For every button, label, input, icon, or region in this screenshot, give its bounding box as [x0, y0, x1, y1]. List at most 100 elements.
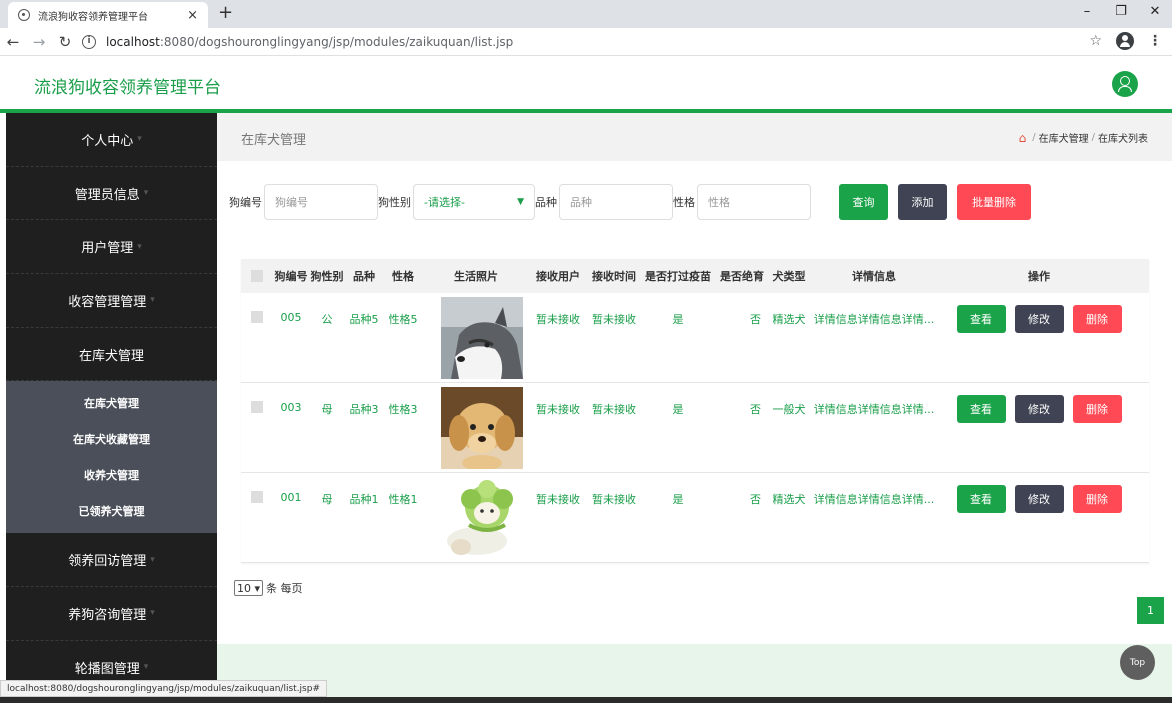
delete-button[interactable]: 删除: [1072, 395, 1122, 423]
cell-dog-type: 精选犬: [772, 493, 806, 506]
col-vaccinated: 是否打过疫苗: [645, 270, 711, 283]
browser-tab[interactable]: 流浪狗收容领养管理平台 ×: [8, 2, 208, 28]
temper-label: 性格: [673, 196, 695, 209]
chevron-down-icon: ▾: [143, 662, 149, 673]
batch-delete-button[interactable]: 批量删除: [957, 184, 1031, 220]
back-arrow-icon[interactable]: ←: [0, 33, 26, 51]
delete-button[interactable]: 删除: [1072, 485, 1122, 513]
cell-receive-time: 暂未接收: [592, 403, 636, 416]
search-form: 狗编号 狗编号 狗性别 -请选择- ▼ 品种 品种 性格 性格 查询 添加 批量删…: [229, 184, 1031, 220]
browser-profile-icon[interactable]: [1116, 32, 1134, 50]
table-header: 狗编号 狗性别 品种 性格 生活照片 接收用户 接收时间 是否打过疫苗 是否绝育…: [241, 259, 1149, 293]
sidebar-item-personal-center[interactable]: 个人中心 ▾: [6, 113, 217, 167]
chevron-down-icon: ▼: [517, 197, 524, 207]
back-to-top-button[interactable]: Top: [1120, 645, 1155, 680]
reload-icon[interactable]: ↻: [52, 33, 78, 51]
cell-neutered: 否: [750, 493, 761, 506]
sidebar-item-inventory-dogs[interactable]: 在库犬管理: [6, 328, 217, 382]
cell-detail: 详情信息详情信息详情...: [813, 403, 935, 416]
bookmark-star-icon[interactable]: ☆: [1089, 33, 1102, 49]
sex-select-value: -请选择-: [424, 196, 465, 209]
temper-placeholder: 性格: [708, 196, 730, 209]
pagination-size: 10 ▾ 条 每页: [234, 580, 303, 596]
browser-status-bar: localhost:8080/dogshouronglingyang/jsp/m…: [0, 680, 327, 697]
cell-photo: [423, 383, 529, 472]
view-button[interactable]: 查看: [956, 305, 1006, 333]
chevron-down-icon: ▾: [137, 134, 142, 145]
sidebar-item-label: 领养回访管理: [68, 554, 147, 570]
dog-no-input[interactable]: 狗编号: [264, 184, 378, 220]
url-field[interactable]: i localhost:8080/dogshouronglingyang/jsp…: [82, 34, 514, 49]
sidebar-item-adoption-followup[interactable]: 领养回访管理 ▾: [6, 533, 217, 588]
query-button[interactable]: 查询: [839, 184, 888, 220]
husky-photo: [441, 297, 523, 379]
chevron-down-icon: ▾: [137, 241, 142, 252]
cell-vaccinated: 是: [672, 313, 684, 326]
sidebar-item-admin-info[interactable]: 管理员信息 ▾: [6, 167, 217, 221]
edit-button[interactable]: 修改: [1014, 305, 1064, 333]
temper-input[interactable]: 性格: [697, 184, 811, 220]
tab-close-icon[interactable]: ×: [187, 8, 198, 23]
cell-breed: 品种5: [349, 313, 379, 326]
table-row: 005 公 品种5 性格5 暂未接收 暂未接收 是 否 精选犬 详情信息详情信息…: [241, 293, 1149, 383]
sidebar-menu: 个人中心 ▾ 管理员信息 ▾ 用户管理 ▾ 收容管理管理 ▾ 在库犬管理 在库犬管理 在…: [6, 113, 217, 695]
cell-sex: 母: [321, 493, 333, 506]
select-all-checkbox[interactable]: [251, 270, 263, 282]
add-button[interactable]: 添加: [898, 184, 947, 220]
sidebar-submenu: 在库犬管理 在库犬收藏管理 收养犬管理 已领养犬管理: [6, 381, 217, 534]
minimize-button[interactable]: –: [1070, 0, 1104, 28]
cell-dog-type: 精选犬: [772, 313, 806, 326]
site-favicon-icon: [18, 9, 30, 21]
sidebar-item-dog-consultation[interactable]: 养狗咨询管理 ▾: [6, 587, 217, 641]
submenu-item-inventory-dogs[interactable]: 在库犬管理: [6, 385, 217, 421]
sidebar-item-label: 个人中心: [81, 133, 134, 149]
address-bar: ← → ↻ i localhost:8080/dogshouronglingya…: [0, 28, 1172, 56]
sidebar-item-label: 养狗咨询管理: [68, 607, 147, 623]
forward-arrow-icon[interactable]: →: [26, 33, 52, 51]
home-icon[interactable]: ⌂: [1019, 131, 1027, 145]
view-button[interactable]: 查看: [956, 485, 1006, 513]
submenu-item-inventory-favorites[interactable]: 在库犬收藏管理: [6, 421, 217, 457]
page-size-select[interactable]: 10 ▾: [234, 580, 264, 596]
table-row: 003 母 品种3 性格3 暂未接收 暂未接收 是 否 一般犬 详情信息详情信息…: [241, 383, 1149, 473]
app-title: 流浪狗收容领养管理平台: [34, 78, 221, 98]
cell-dog-type: 一般犬: [772, 403, 806, 416]
row-checkbox[interactable]: [251, 311, 263, 323]
browser-menu-icon[interactable]: ⋮: [1148, 33, 1162, 49]
url-path: :8080/dogshouronglingyang/jsp/modules/za…: [159, 34, 514, 49]
cell-receiver: 暂未接收: [536, 493, 580, 506]
edit-button[interactable]: 修改: [1014, 485, 1064, 513]
page-button-current[interactable]: 1: [1137, 597, 1164, 624]
breed-input[interactable]: 品种: [559, 184, 673, 220]
row-checkbox[interactable]: [251, 401, 263, 413]
sex-select[interactable]: -请选择- ▼: [413, 184, 535, 220]
close-window-button[interactable]: ✕: [1138, 0, 1172, 28]
submenu-item-adopting-dogs[interactable]: 收养犬管理: [6, 457, 217, 493]
chevron-down-icon: ▾: [150, 554, 155, 565]
breadcrumb-item-inventory[interactable]: 在库犬管理: [1039, 130, 1089, 145]
cell-temper: 性格3: [388, 403, 418, 416]
breadcrumb-separator: /: [1032, 132, 1036, 143]
cell-dog-no: 003: [280, 401, 302, 414]
user-account-icon[interactable]: [1112, 71, 1138, 97]
cell-actions: 查看 修改 删除: [939, 473, 1139, 513]
delete-button[interactable]: 删除: [1072, 305, 1122, 333]
puppy-photo: [441, 387, 523, 471]
maximize-button[interactable]: ❐: [1104, 0, 1138, 28]
edit-button[interactable]: 修改: [1014, 395, 1064, 423]
sidebar-item-user-management[interactable]: 用户管理 ▾: [6, 220, 217, 275]
cell-dog-no: 005: [280, 311, 302, 324]
col-actions: 操作: [1028, 270, 1050, 283]
cell-vaccinated: 是: [672, 493, 684, 506]
cell-detail: 详情信息详情信息详情...: [813, 493, 935, 506]
sidebar-item-shelter-management[interactable]: 收容管理管理 ▾: [6, 274, 217, 328]
new-tab-button[interactable]: +: [218, 2, 233, 24]
view-button[interactable]: 查看: [956, 395, 1006, 423]
col-dog-type: 犬类型: [772, 270, 806, 283]
site-info-icon[interactable]: i: [82, 34, 96, 49]
cell-sex: 公: [321, 313, 333, 326]
cabbage-dog-photo: [441, 477, 523, 559]
submenu-item-adopted-dogs[interactable]: 已领养犬管理: [6, 493, 217, 529]
chevron-down-icon: ▾: [150, 608, 155, 619]
row-checkbox[interactable]: [251, 491, 263, 503]
